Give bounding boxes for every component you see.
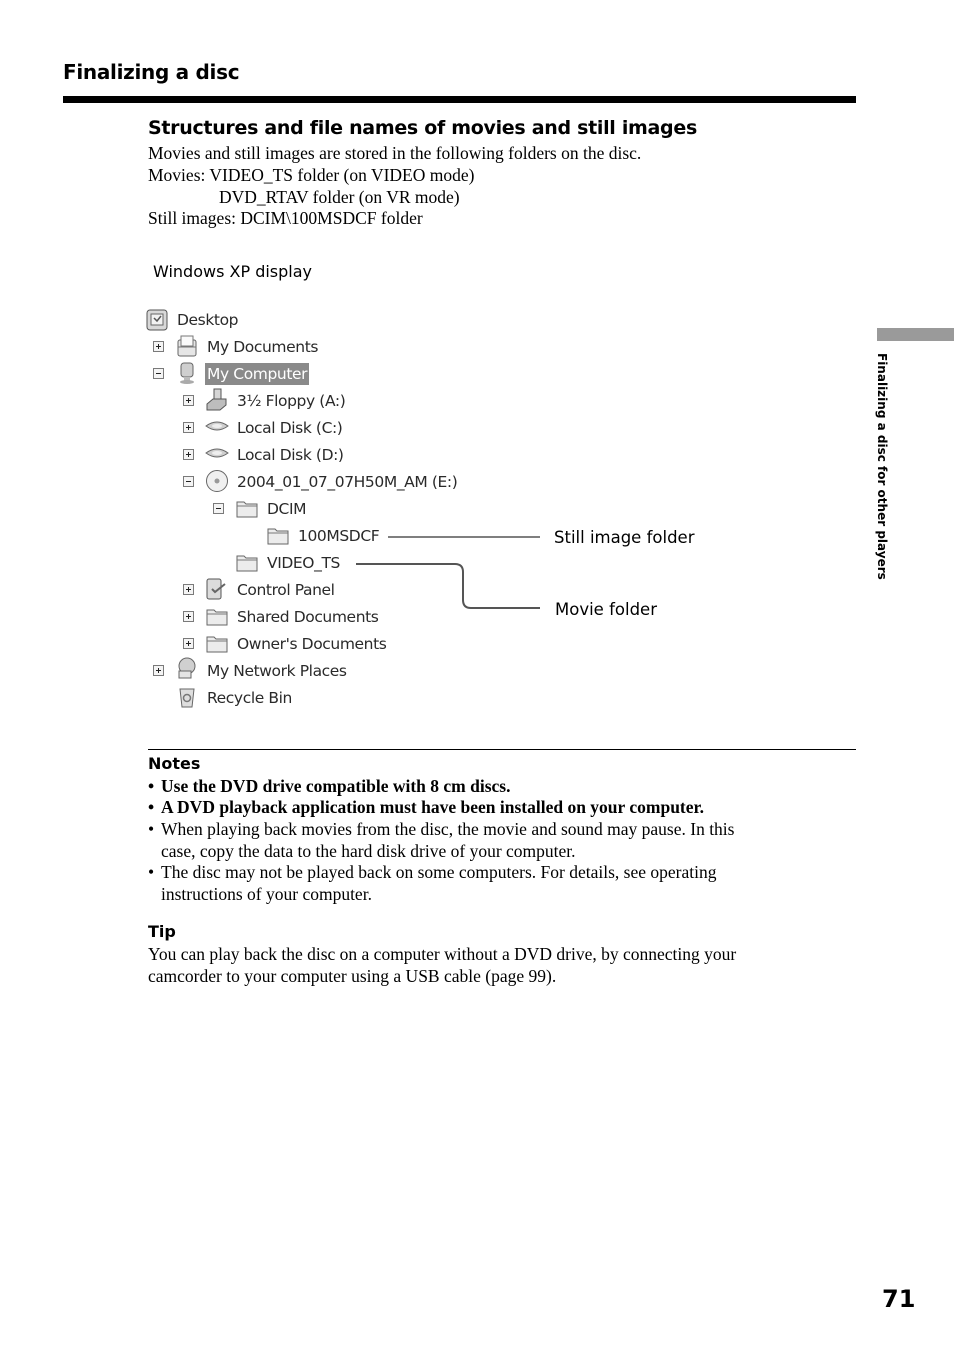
tip-heading: Tip <box>148 922 176 941</box>
note-text: The disc may not be played back on some … <box>161 862 717 882</box>
notes-heading: Notes <box>148 754 201 773</box>
note-text: When playing back movies from the disc, … <box>161 819 735 839</box>
note-text-continued: case, copy the data to the hard disk dri… <box>161 841 576 861</box>
still-image-folder-callout: Still image folder <box>554 528 695 547</box>
chapter-side-label: Finalizing a disc for other players <box>873 353 889 603</box>
note-text: Use the DVD drive compatible with 8 cm d… <box>161 776 511 796</box>
bullet: • <box>148 862 155 882</box>
note-text-continued: instructions of your computer. <box>161 884 372 904</box>
bullet: • <box>148 819 155 839</box>
movie-callout-line <box>356 563 540 609</box>
note-item: • A DVD playback application must have be… <box>148 796 704 818</box>
tip-text: You can play back the disc on a computer… <box>148 944 737 964</box>
note-item: • The disc may not be played back on some… <box>148 861 716 883</box>
movie-folder-callout: Movie folder <box>555 600 657 619</box>
note-text: A DVD playback application must have bee… <box>161 797 705 817</box>
notes-rule <box>148 749 856 750</box>
note-item: • When playing back movies from the disc,… <box>148 818 734 840</box>
page-number: 71 <box>882 1285 916 1313</box>
bullet: • <box>148 797 155 817</box>
tip-text-continued: camcorder to your computer using a USB c… <box>148 966 557 986</box>
note-item: • Use the DVD drive compatible with 8 cm … <box>148 775 510 797</box>
bullet: • <box>148 776 155 796</box>
chapter-tab-marker <box>877 328 954 341</box>
chapter-side-label-text: Finalizing a disc for other players <box>875 353 889 580</box>
callout-lines <box>356 536 540 609</box>
